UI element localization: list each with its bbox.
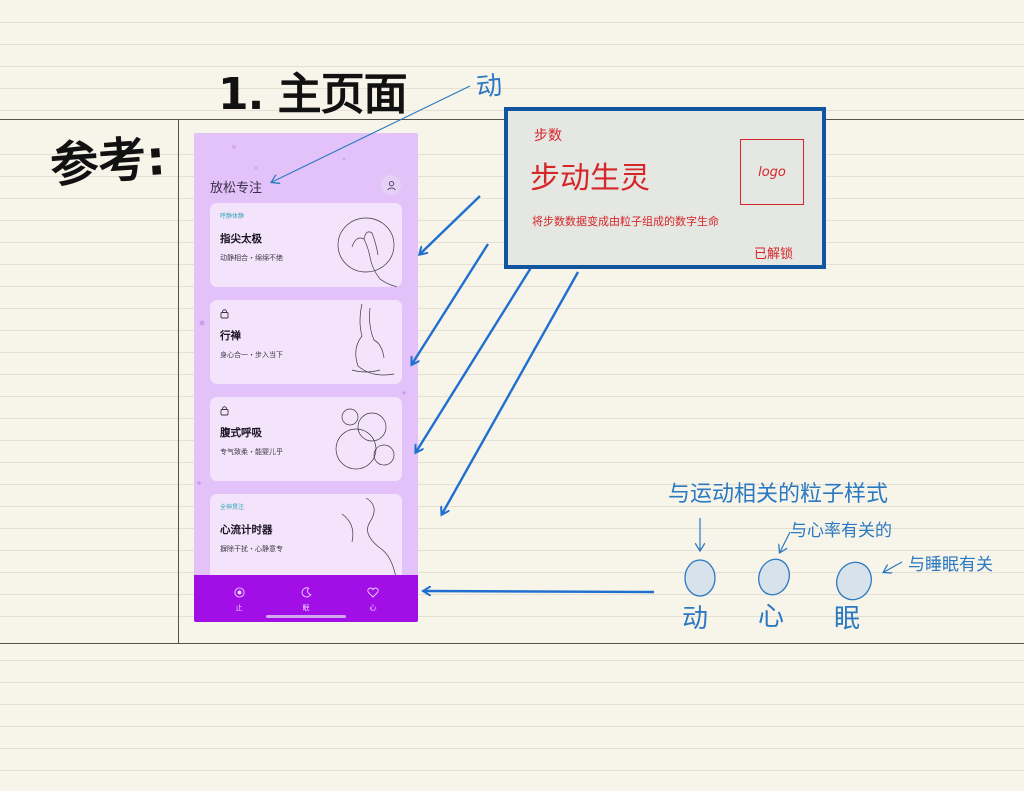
note-label: 步数 xyxy=(534,128,562,144)
figure-sketch-illustration xyxy=(341,497,397,578)
unlock-status: 已解锁 xyxy=(754,247,794,262)
card-subtitle: 摒除干扰・心静意专 xyxy=(220,545,283,553)
lock-icon xyxy=(220,406,229,416)
phone-screen: 放松专注 呼静体静 指尖太极 动静相合・绵绵不绝 行禅 身心合一・步入当下 腹式… xyxy=(194,133,418,622)
page-title: 1. 主页面 xyxy=(218,69,408,120)
sleep-note: 与睡眠有关 xyxy=(908,555,993,575)
frame-bottom-line xyxy=(0,643,1024,644)
feet-sketch-illustration xyxy=(351,303,395,376)
step-count-note: 步数 步动生灵 logo 将步数数据变成由粒子组成的数字生命 已解锁 xyxy=(504,107,826,269)
card-subtitle: 动静相合・绵绵不绝 xyxy=(220,254,283,262)
particle-xin-shape xyxy=(758,558,790,596)
particle-label-xin: 心 xyxy=(758,602,785,632)
nav-label: 心 xyxy=(369,604,377,612)
header-title: 放松专注 xyxy=(210,181,263,196)
nav-label: 眠 xyxy=(302,604,310,612)
moon-icon xyxy=(301,587,311,598)
card-xinliu-timer[interactable]: 全神贯注 心流计时器 摒除干扰・心静意专 xyxy=(210,494,402,584)
note-description: 将步数数据变成由粒子组成的数字生命 xyxy=(532,215,719,228)
nav-label: 止 xyxy=(235,604,243,612)
particle-label-dong: 动 xyxy=(682,604,709,634)
card-zhijian-taiji[interactable]: 呼静体静 指尖太极 动静相合・绵绵不绝 xyxy=(210,203,402,287)
reference-label: 参考: xyxy=(48,130,168,194)
card-title: 心流计时器 xyxy=(220,524,273,536)
card-tag: 全神贯注 xyxy=(220,504,245,511)
lock-icon xyxy=(220,309,229,319)
heart-icon xyxy=(367,587,379,598)
bubbles-sketch-illustration xyxy=(335,408,395,470)
card-tag: 呼静体静 xyxy=(220,213,245,220)
card-fushi-huxi[interactable]: 腹式呼吸 专气致柔・能婴儿乎 xyxy=(210,397,402,481)
target-icon xyxy=(233,587,245,598)
logo-text: logo xyxy=(758,164,786,180)
card-subtitle: 身心合一・步入当下 xyxy=(220,351,283,359)
home-indicator xyxy=(266,615,346,618)
card-subtitle: 专气致柔・能婴儿乎 xyxy=(220,448,283,456)
logo-placeholder: logo xyxy=(740,139,804,205)
particle-dong-shape xyxy=(684,559,716,597)
card-title: 腹式呼吸 xyxy=(220,427,262,439)
frame-divider xyxy=(178,119,179,643)
hand-sketch-illustration xyxy=(337,217,399,287)
nav-item-xin[interactable]: 心 xyxy=(353,583,393,613)
card-title: 指尖太极 xyxy=(220,233,262,245)
heart-rate-note: 与心率有关的 xyxy=(790,521,892,541)
nav-item-zhi[interactable]: 止 xyxy=(219,583,259,613)
annotation-dong: 动 xyxy=(474,70,504,104)
nav-item-mian[interactable]: 眠 xyxy=(286,583,326,613)
particle-styles-heading: 与运动相关的粒子样式 xyxy=(668,482,889,507)
card-xingchan[interactable]: 行禅 身心合一・步入当下 xyxy=(210,300,402,384)
profile-button[interactable] xyxy=(381,175,401,195)
card-title: 行禅 xyxy=(220,330,241,342)
brand-name: 步动生灵 xyxy=(530,161,650,196)
particle-label-mian: 眠 xyxy=(834,604,861,634)
user-icon xyxy=(386,180,396,190)
